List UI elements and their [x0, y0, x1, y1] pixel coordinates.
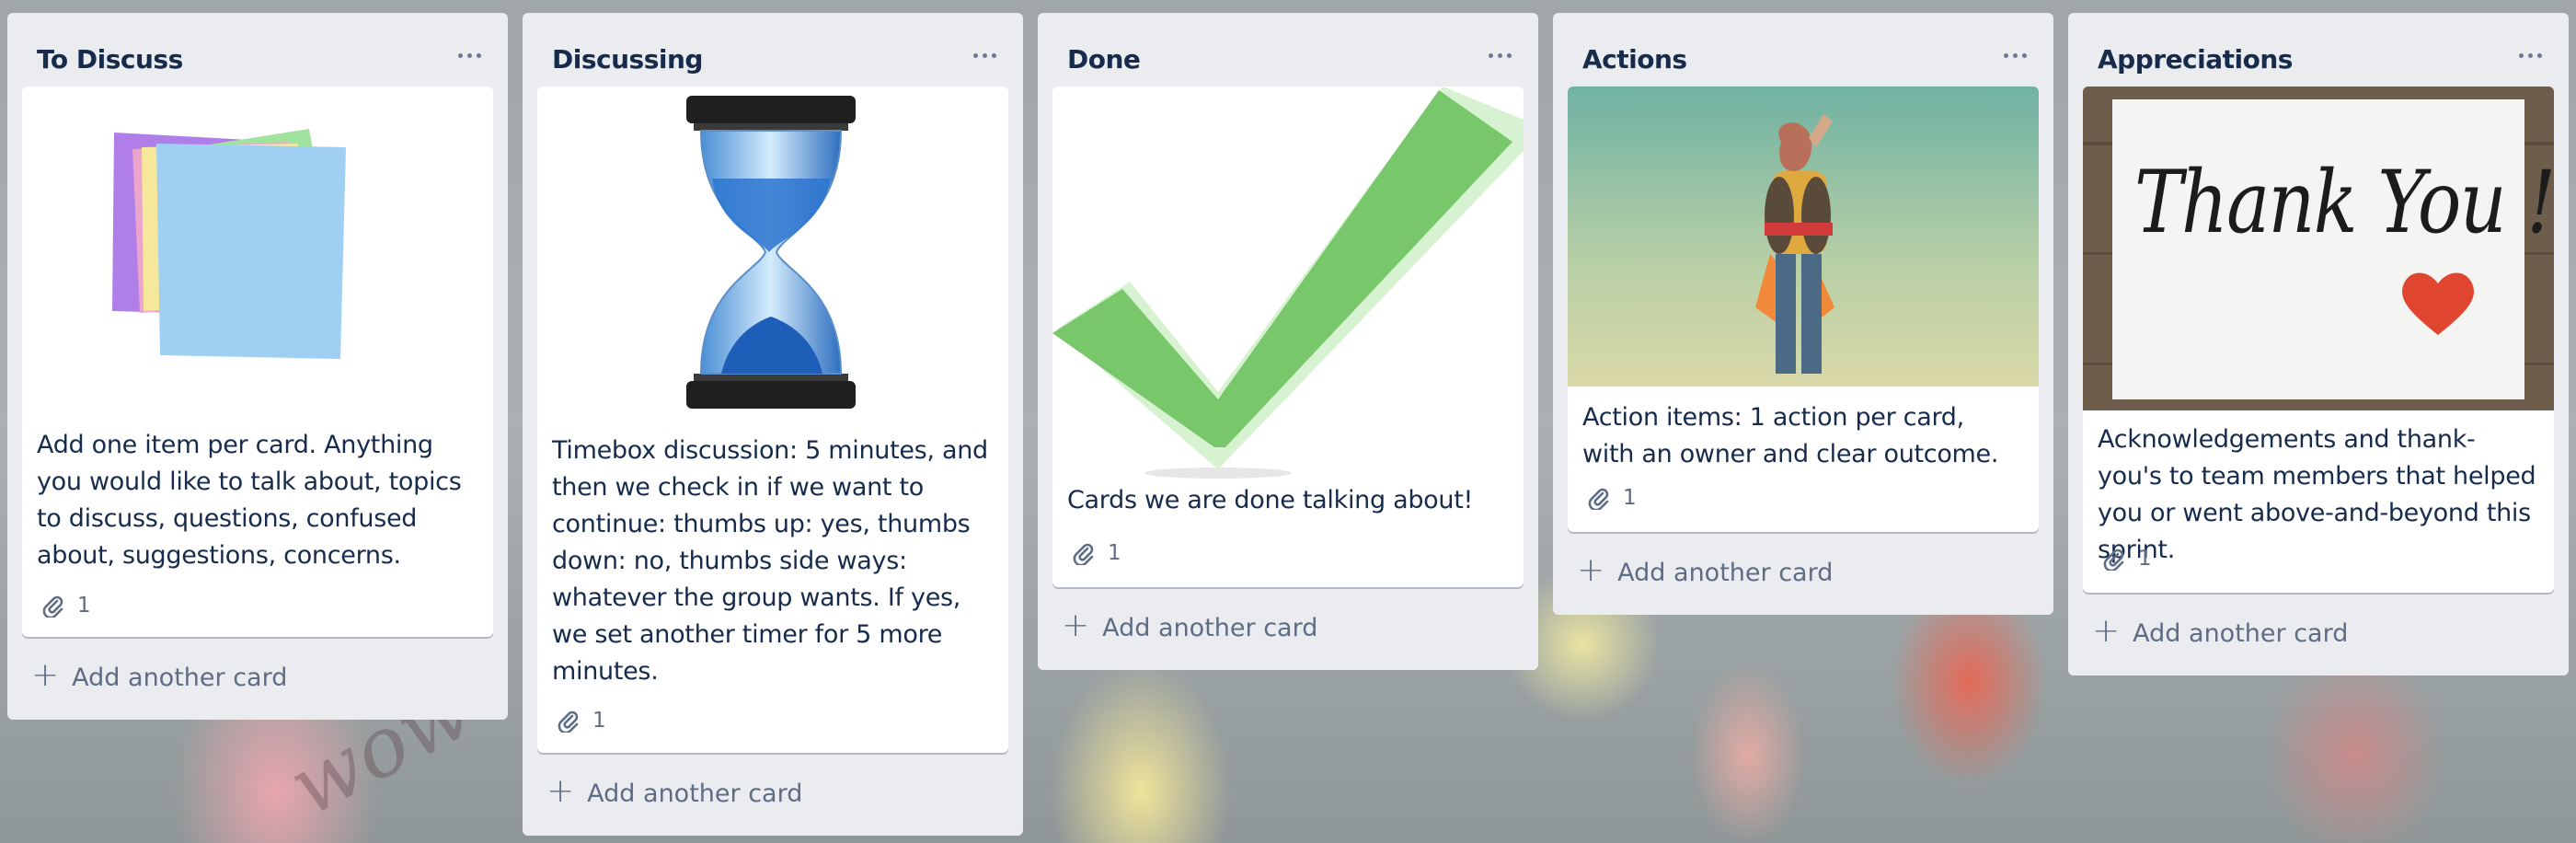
sticky-notes-icon: [112, 129, 346, 359]
attachment-count: 1: [2138, 547, 2152, 571]
card-cover-sticky-notes: [22, 87, 493, 409]
list-title[interactable]: Done: [1067, 44, 1141, 75]
add-card-label: Add another card: [1617, 558, 1834, 587]
thank-you-text: Thank You !: [2134, 153, 2554, 253]
attachment-badge: 1: [2101, 543, 2152, 574]
list-title[interactable]: Actions: [1582, 44, 1687, 75]
card-description: Acknowledgements and thank-you's to team…: [2098, 425, 2536, 564]
add-card-label: Add another card: [72, 663, 288, 692]
list-menu-button[interactable]: [2510, 37, 2550, 74]
list-title[interactable]: To Discuss: [37, 44, 183, 75]
attachment-count: 1: [592, 709, 606, 733]
card-cover-checkmark: [1052, 87, 1524, 482]
paperclip-icon: [42, 595, 63, 618]
list-header: Appreciations: [2068, 13, 2569, 85]
add-card-button[interactable]: + Add another card: [22, 652, 493, 703]
attachment-badge: 1: [40, 590, 91, 621]
add-card-button[interactable]: + Add another card: [2083, 607, 2554, 659]
plus-icon: +: [1062, 606, 1090, 644]
card-description: Add one item per card. Anything you woul…: [37, 431, 462, 570]
list-title[interactable]: Appreciations: [2098, 44, 2293, 75]
hourglass-icon: [686, 96, 856, 409]
card[interactable]: Add one item per card. Anything you woul…: [22, 87, 493, 637]
paperclip-icon: [2103, 549, 2124, 571]
plus-icon: +: [2092, 612, 2121, 650]
checkmark-icon: [1052, 87, 1524, 479]
card[interactable]: Cards we are done talking about! 1: [1052, 87, 1524, 587]
paperclip-icon: [558, 710, 579, 733]
add-card-button[interactable]: + Add another card: [1052, 602, 1524, 653]
list-header: To Discuss: [7, 13, 508, 85]
add-card-button[interactable]: + Add another card: [1568, 547, 2039, 598]
list-menu-button[interactable]: [964, 37, 1005, 74]
plus-icon: +: [546, 772, 575, 810]
paperclip-icon: [1073, 543, 1094, 565]
card[interactable]: Thank You ! Acknowledgements and thank-y…: [2083, 87, 2554, 593]
card[interactable]: Timebox discussion: 5 minutes, and then …: [537, 87, 1008, 753]
plus-icon: +: [1577, 551, 1605, 589]
list-title[interactable]: Discussing: [552, 44, 703, 75]
plus-icon: +: [31, 656, 60, 694]
card[interactable]: Action items: 1 action per card, with an…: [1568, 87, 2039, 532]
attachment-badge: 1: [1586, 482, 1637, 514]
add-card-label: Add another card: [587, 779, 803, 808]
paperclip-icon: [1588, 488, 1609, 510]
card-description: Action items: 1 action per card, with an…: [1582, 403, 1999, 468]
list-menu-button[interactable]: [1995, 37, 2035, 74]
list-header: Actions: [1553, 13, 2053, 85]
list-to-discuss: To Discuss Add one item per card. Anythi…: [7, 13, 508, 720]
card-description: Cards we are done talking about!: [1067, 486, 1474, 514]
attachment-count: 1: [1108, 541, 1121, 565]
add-card-label: Add another card: [1102, 613, 1318, 642]
attachment-badge: 1: [1071, 537, 1121, 569]
list-menu-button[interactable]: [449, 37, 489, 74]
list-menu-button[interactable]: [1479, 37, 1520, 74]
card-cover-jetpack-person: [1568, 87, 2039, 387]
list-appreciations: Appreciations Thank You ! Acknowledgemen…: [2068, 13, 2569, 676]
list-header: Done: [1038, 13, 1538, 85]
list-done: Done Cards we are done talking about! 1 …: [1038, 13, 1538, 670]
list-actions: Actions Action items: 1 action per card,…: [1553, 13, 2053, 615]
add-card-label: Add another card: [2133, 618, 2349, 648]
attachment-count: 1: [77, 594, 91, 618]
card-cover-thank-you-note: Thank You !: [2083, 87, 2554, 410]
attachment-count: 1: [1623, 486, 1637, 510]
add-card-button[interactable]: + Add another card: [537, 768, 1008, 819]
card-cover-hourglass: [537, 87, 1008, 418]
jetpack-person-image: [1568, 87, 2039, 387]
card-description: Timebox discussion: 5 minutes, and then …: [552, 436, 988, 686]
list-header: Discussing: [523, 13, 1023, 85]
attachment-badge: 1: [556, 705, 606, 736]
list-discussing: Discussing Timebox discussion: 5 minutes…: [523, 13, 1023, 836]
board: To Discuss Add one item per card. Anythi…: [0, 0, 2576, 843]
